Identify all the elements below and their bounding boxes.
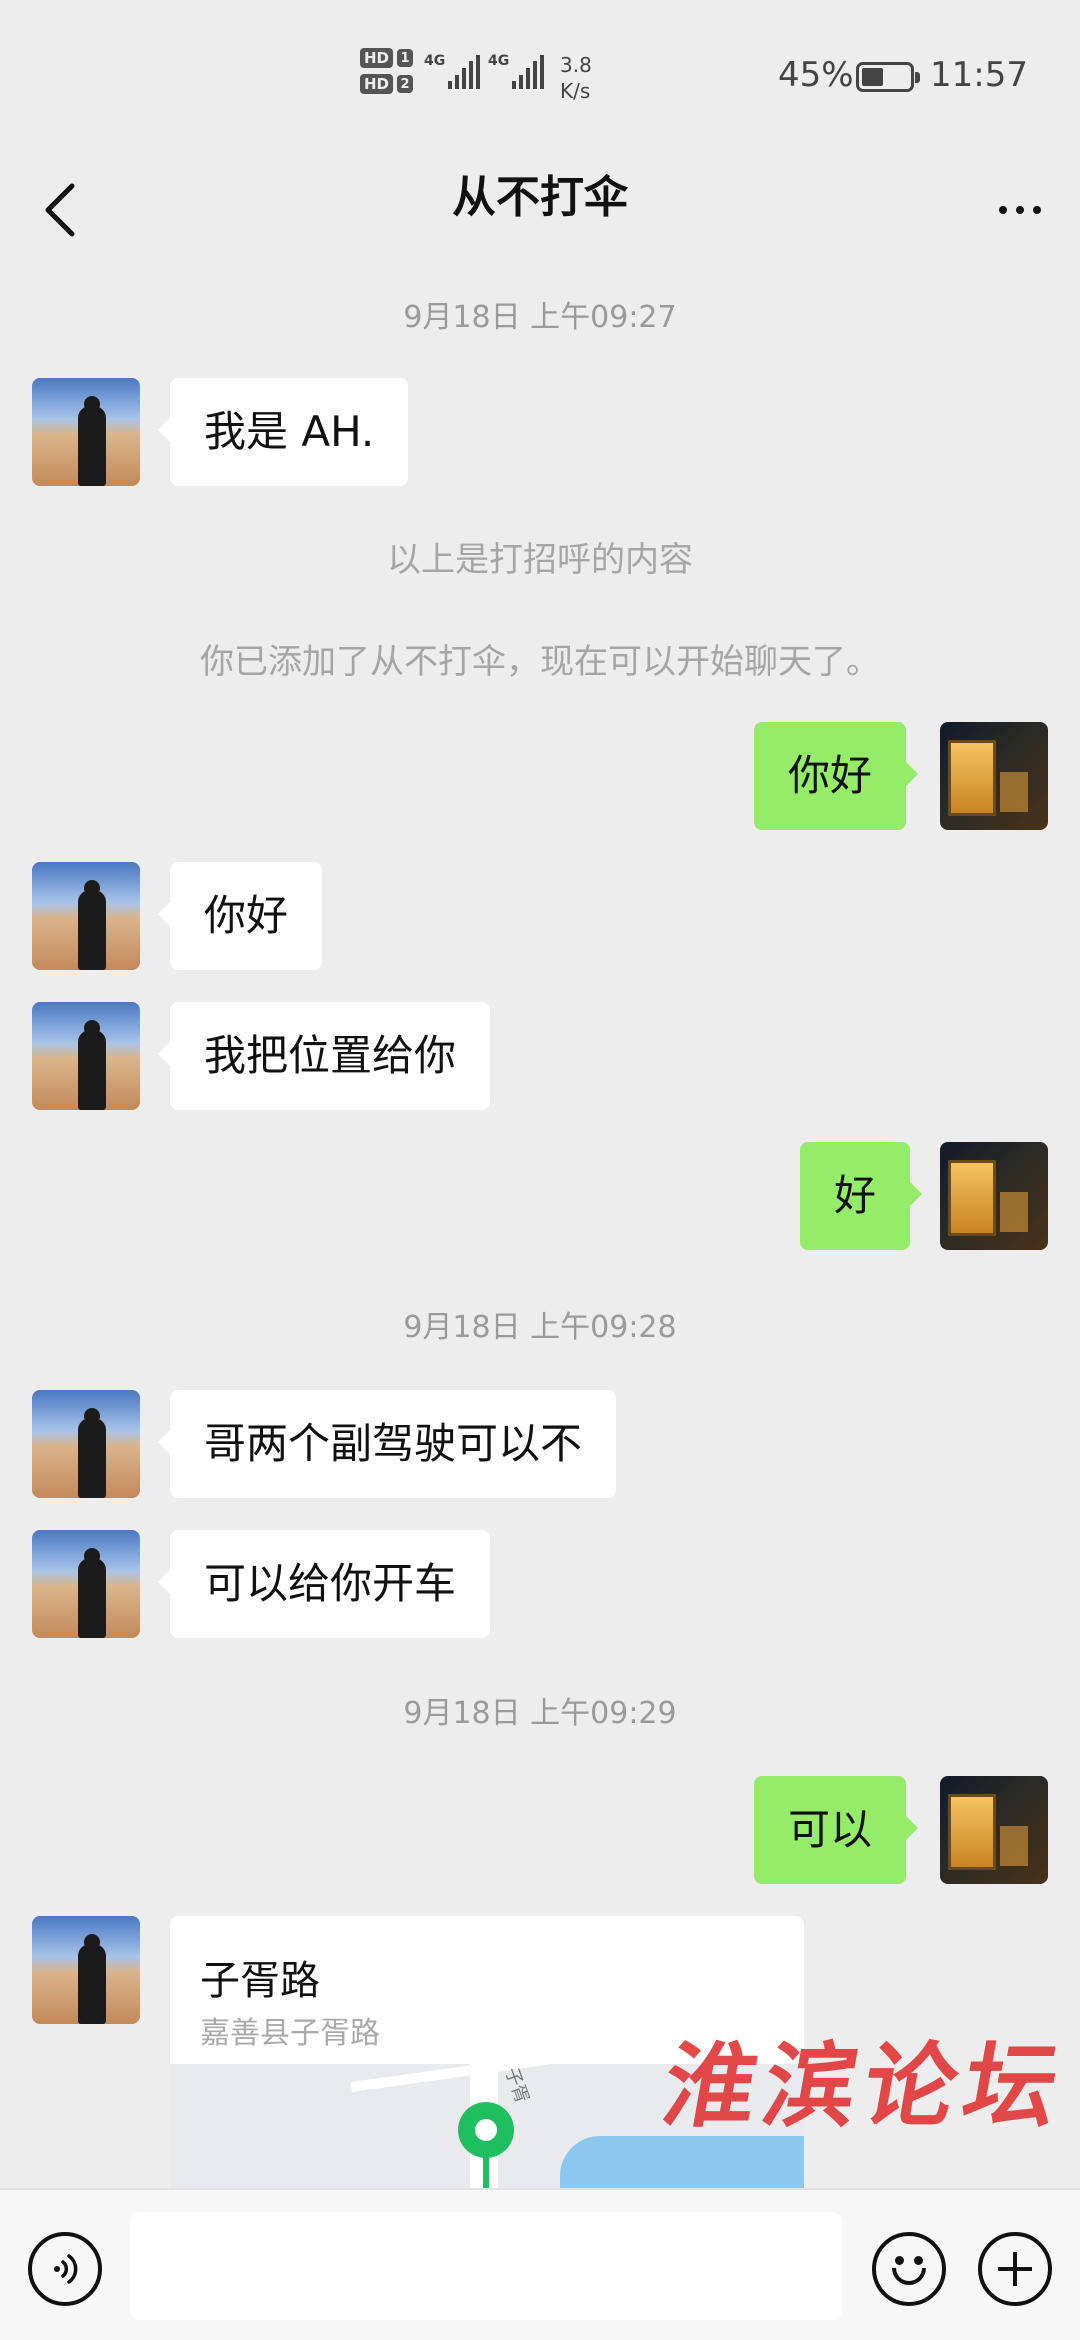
timestamp: 9月18日 上午09:29	[403, 1696, 677, 1731]
battery-fill	[862, 68, 883, 86]
message-bubble-received[interactable]: 哥两个副驾驶可以不	[157, 1390, 617, 1498]
location-title: 子胥路	[200, 1958, 320, 2004]
hd1-number: 1	[397, 49, 414, 67]
map-pin-icon	[458, 2102, 514, 2158]
signal-1-label: 4G	[424, 53, 446, 69]
contact-avatar[interactable]	[32, 1530, 140, 1638]
emoji-mouth	[892, 2268, 926, 2285]
network-speed: 3.8 K/s	[560, 52, 592, 104]
contact-avatar[interactable]	[32, 1002, 140, 1110]
contact-avatar[interactable]	[32, 1916, 140, 2024]
hd-indicators: HD 1 HD 2	[360, 48, 414, 94]
voice-button[interactable]	[28, 2232, 102, 2306]
plus-button[interactable]	[978, 2232, 1052, 2306]
my-avatar[interactable]	[940, 1142, 1048, 1250]
hd1-badge: HD 1	[360, 48, 414, 68]
signal-2-label: 4G	[488, 53, 510, 69]
clock: 11:57	[930, 55, 1028, 95]
message-bubble-received[interactable]: 可以给你开车	[157, 1530, 491, 1638]
battery-percent: 45%	[778, 55, 854, 95]
network-speed-value: 3.8	[560, 53, 592, 77]
signal-bars-2-icon	[512, 55, 544, 89]
map-pin-stem	[483, 2154, 489, 2188]
timestamp: 9月18日 上午09:28	[403, 1310, 677, 1345]
message-input[interactable]	[130, 2212, 842, 2320]
my-avatar[interactable]	[940, 722, 1048, 830]
forum-watermark: 淮滨论坛	[655, 2032, 1075, 2140]
more-dot	[1033, 206, 1041, 214]
hd2-label: HD	[360, 74, 394, 94]
hd2-number: 2	[397, 75, 414, 93]
message-list[interactable]: 9月18日 上午09:27 我是 AH. 以上是打招呼的内容 你已添加了从不打伞…	[0, 270, 1080, 2188]
location-address: 嘉善县子胥路	[200, 2016, 380, 2051]
message-bubble-sent[interactable]: 可以	[754, 1776, 919, 1884]
emoji-icon	[895, 2256, 904, 2265]
message-bubble-received[interactable]: 你好	[157, 862, 323, 970]
system-note: 以上是打招呼的内容	[387, 540, 693, 580]
voice-icon	[54, 2254, 78, 2284]
system-note: 你已添加了从不打伞，现在可以开始聊天了。	[200, 642, 880, 682]
more-dot	[1016, 206, 1024, 214]
contact-avatar[interactable]	[32, 862, 140, 970]
timestamp: 9月18日 上午09:27	[403, 300, 677, 335]
input-bar	[0, 2188, 1080, 2340]
more-dots-icon	[999, 206, 1007, 214]
emoji-button[interactable]	[872, 2232, 946, 2306]
status-bar: HD 1 HD 2 4G 4G 3.8 K/s 45% 11:57	[0, 0, 1080, 150]
message-bubble-sent[interactable]: 你好	[754, 722, 919, 830]
message-bubble-sent[interactable]: 好	[800, 1142, 923, 1250]
hd1-label: HD	[360, 48, 394, 68]
battery-icon	[856, 62, 920, 92]
chat-header: 从不打伞	[0, 150, 1080, 270]
network-speed-unit: K/s	[560, 79, 591, 103]
more-button[interactable]	[980, 170, 1060, 250]
signal-bars-1-icon	[448, 55, 480, 89]
hd2-badge: HD 2	[360, 74, 414, 94]
my-avatar[interactable]	[940, 1776, 1048, 1884]
message-bubble-received[interactable]: 我把位置给你	[157, 1002, 491, 1110]
map-road-label: 子胥	[500, 2065, 533, 2107]
contact-avatar[interactable]	[32, 1390, 140, 1498]
chat-title: 从不打伞	[452, 172, 628, 223]
message-bubble-received[interactable]: 我是 AH.	[157, 378, 409, 486]
contact-avatar[interactable]	[32, 378, 140, 486]
emoji-eye	[914, 2256, 923, 2265]
